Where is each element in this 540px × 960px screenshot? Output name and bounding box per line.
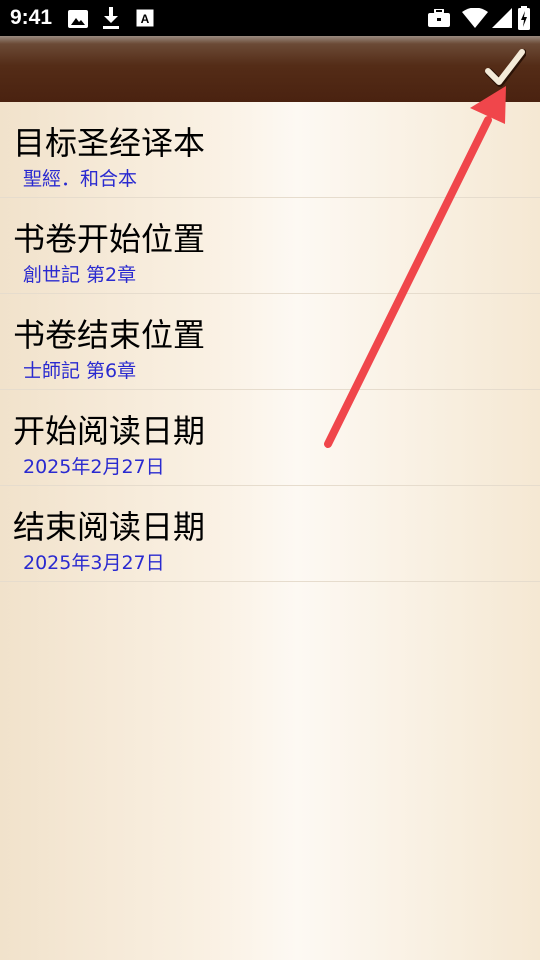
setting-title: 开始阅读日期 [13,412,206,450]
setting-target-translation[interactable]: 目标圣经译本 聖經．和合本 [0,102,540,198]
setting-title: 结束阅读日期 [13,508,206,546]
setting-end-date[interactable]: 结束阅读日期 2025年3月27日 [0,486,540,582]
wifi-icon [462,8,488,28]
briefcase-icon [428,9,450,27]
app-bar [0,36,540,102]
battery-charging-icon [518,6,530,30]
setting-title: 书卷开始位置 [13,220,206,258]
check-icon[interactable] [484,48,526,90]
font-a-icon: A [136,9,154,27]
setting-value: 創世記 第2章 [23,264,137,286]
setting-value: 2025年2月27日 [23,456,165,478]
setting-value: 聖經．和合本 [23,168,138,190]
setting-start-book[interactable]: 书卷开始位置 創世記 第2章 [0,198,540,294]
image-icon [68,10,88,28]
settings-list: 目标圣经译本 聖經．和合本 书卷开始位置 創世記 第2章 书卷结束位置 士師記 … [0,102,540,582]
setting-title: 书卷结束位置 [13,316,206,354]
download-icon [103,7,119,29]
setting-value: 2025年3月27日 [23,552,165,574]
status-time: 9:41 [10,6,53,29]
status-bar: 9:41 A [0,0,540,36]
svg-text:A: A [141,12,150,26]
setting-end-book[interactable]: 书卷结束位置 士師記 第6章 [0,294,540,390]
cell-signal-icon [492,8,512,28]
setting-start-date[interactable]: 开始阅读日期 2025年2月27日 [0,390,540,486]
setting-value: 士師記 第6章 [23,360,137,382]
setting-title: 目标圣经译本 [13,124,206,162]
